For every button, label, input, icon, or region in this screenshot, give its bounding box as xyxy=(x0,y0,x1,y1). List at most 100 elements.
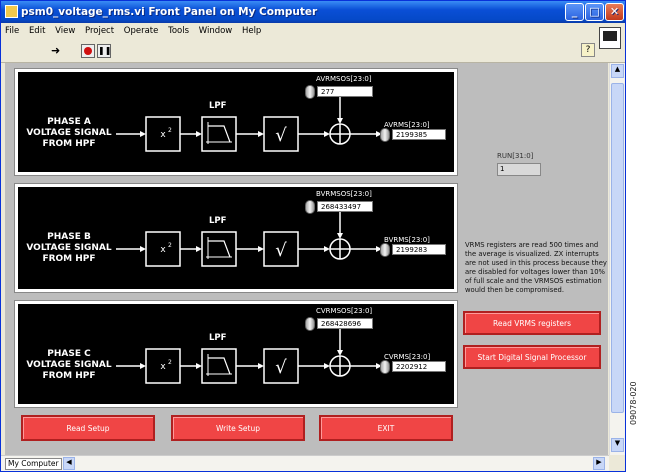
offset-increment-icon[interactable] xyxy=(305,200,315,214)
menu-window[interactable]: Window xyxy=(199,26,233,36)
phase-c-label-line: PHASE C xyxy=(47,349,91,359)
scroll-down-icon[interactable]: ▼ xyxy=(611,438,624,452)
arrowhead-offset xyxy=(337,118,343,124)
abort-button[interactable] xyxy=(81,44,95,58)
menu-edit[interactable]: Edit xyxy=(29,26,45,36)
phase-c-label-line: VOLTAGE SIGNAL xyxy=(26,360,112,370)
arrowhead-sum xyxy=(324,131,330,137)
phase-c-offset-label: CVRMSOS[23:0] xyxy=(316,307,373,315)
x-squared-label: x xyxy=(160,362,166,372)
offset-increment-icon[interactable] xyxy=(305,317,315,331)
arrowhead-sum xyxy=(324,246,330,252)
arrowhead-sum xyxy=(324,363,330,369)
abort-icon xyxy=(84,47,92,55)
pause-button[interactable]: ❚❚ xyxy=(97,44,111,58)
phase-b-label: PHASE B VOLTAGE SIGNAL FROM HPF xyxy=(24,232,114,265)
phase-a-label: PHASE A VOLTAGE SIGNAL FROM HPF xyxy=(24,117,114,150)
arrowhead-sqrt xyxy=(258,363,264,369)
lpf-block xyxy=(201,348,237,384)
x-squared-label: x xyxy=(160,245,166,255)
phase-b-offset-label: BVRMSOS[23:0] xyxy=(316,190,372,198)
arrowhead-in xyxy=(140,363,146,369)
toolbar: ➜ ❚❚ ? xyxy=(1,27,625,63)
sqrt-symbol: √ xyxy=(275,125,287,146)
lpf-label: LPF xyxy=(209,216,227,226)
start-dsp-button[interactable]: Start Digital Signal Processor xyxy=(463,345,601,369)
phase-c-block: x 2 √ PHASE C VOLTAGE SIGNAL FROM HPF LPF CVRMS… xyxy=(14,300,458,408)
phase-b-offset-input[interactable]: 268433497 xyxy=(317,201,373,212)
run-arrow-icon[interactable]: ➜ xyxy=(51,44,60,58)
menu-project[interactable]: Project xyxy=(85,26,114,36)
phase-a-offset-label: AVRMSOS[23:0] xyxy=(316,75,372,83)
phase-b-label-line: FROM HPF xyxy=(42,254,96,264)
scroll-thumb[interactable] xyxy=(611,83,624,413)
phase-a-block: x 2 √ PHASE A VOLTAGE SIGNAL FROM HPF LPF AVRMS… xyxy=(14,68,458,176)
x-squared-exp: 2 xyxy=(168,359,172,366)
horizontal-scrollbar[interactable]: ◀ ▶ xyxy=(1,455,609,471)
arrowhead-sqrt xyxy=(258,246,264,252)
run-label: RUN[31:0] xyxy=(497,152,534,160)
app-window: psm0_voltage_rms.vi Front Panel on My Co… xyxy=(0,0,626,472)
phase-c-offset-input[interactable]: 268428696 xyxy=(317,318,373,329)
scroll-up-icon[interactable]: ▲ xyxy=(611,64,624,78)
sqrt-symbol: √ xyxy=(275,357,287,378)
scroll-right-icon[interactable]: ▶ xyxy=(593,457,605,470)
phase-b-block: x 2 √ PHASE B VOLTAGE SIGNAL FROM HPF LPF BVRMS… xyxy=(14,183,458,293)
lpf-label: LPF xyxy=(209,333,227,343)
phase-a-label-line: VOLTAGE SIGNAL xyxy=(26,128,112,138)
help-icon[interactable]: ? xyxy=(581,43,595,57)
close-button[interactable]: ✕ xyxy=(605,3,624,21)
arrowhead-lpf xyxy=(196,363,202,369)
run-indicator: 1 xyxy=(497,163,541,176)
phase-a-label-line: FROM HPF xyxy=(42,139,96,149)
lpf-block xyxy=(201,231,237,267)
lpf-curve xyxy=(208,357,231,375)
phase-c-label-line: FROM HPF xyxy=(42,371,96,381)
sqrt-symbol: √ xyxy=(275,240,287,261)
minimize-button[interactable]: _ xyxy=(565,3,584,21)
front-panel: x 2 √ PHASE A VOLTAGE SIGNAL FROM HPF LPF AVRMS… xyxy=(5,63,608,455)
lpf-block xyxy=(201,116,237,152)
write-setup-button[interactable]: Write Setup xyxy=(171,415,305,441)
phase-c-label: PHASE C VOLTAGE SIGNAL FROM HPF xyxy=(24,349,114,382)
phase-a-offset-input[interactable]: 277 xyxy=(317,86,373,97)
window-title: psm0_voltage_rms.vi Front Panel on My Co… xyxy=(21,6,318,18)
menu-help[interactable]: Help xyxy=(242,26,261,36)
vrms-note: VRMS registers are read 500 times and th… xyxy=(465,241,607,294)
arrowhead-offset xyxy=(337,233,343,239)
arrowhead-lpf xyxy=(196,246,202,252)
lpf-curve xyxy=(208,240,231,258)
offset-increment-icon[interactable] xyxy=(305,85,315,99)
phase-c-rms-label: CVRMS[23:0] xyxy=(384,353,431,361)
maximize-button[interactable]: □ xyxy=(585,3,604,21)
menu-file[interactable]: File xyxy=(5,26,19,36)
vi-icon xyxy=(599,27,621,49)
status-target: My Computer xyxy=(5,458,62,470)
menu-bar: File Edit View Project Operate Tools Win… xyxy=(1,23,625,39)
phase-c-rms-value: 2202912 xyxy=(392,361,446,372)
read-vrms-button[interactable]: Read VRMS registers xyxy=(463,311,601,335)
title-bar[interactable]: psm0_voltage_rms.vi Front Panel on My Co… xyxy=(1,1,625,23)
arrowhead-in xyxy=(140,246,146,252)
figure-id: 09078-020 xyxy=(629,381,638,425)
arrowhead-sqrt xyxy=(258,131,264,137)
scroll-left-icon[interactable]: ◀ xyxy=(63,457,75,470)
menu-view[interactable]: View xyxy=(55,26,75,36)
lpf-curve xyxy=(208,125,231,143)
menu-operate[interactable]: Operate xyxy=(124,26,159,36)
phase-b-label-line: VOLTAGE SIGNAL xyxy=(26,243,112,253)
rms-increment-icon[interactable] xyxy=(380,360,390,374)
lpf-label: LPF xyxy=(209,101,227,111)
rms-increment-icon[interactable] xyxy=(380,128,390,142)
x-squared-label: x xyxy=(160,130,166,140)
exit-button[interactable]: EXIT xyxy=(319,415,453,441)
menu-tools[interactable]: Tools xyxy=(168,26,189,36)
phase-b-label-line: PHASE B xyxy=(47,232,91,242)
rms-increment-icon[interactable] xyxy=(380,243,390,257)
phase-a-label-line: PHASE A xyxy=(47,117,91,127)
phase-b-rms-value: 2199283 xyxy=(392,244,446,255)
arrowhead-lpf xyxy=(196,131,202,137)
phase-b-rms-label: BVRMS[23:0] xyxy=(384,236,430,244)
vertical-scrollbar[interactable]: ▲ ▼ xyxy=(609,63,625,455)
read-setup-button[interactable]: Read Setup xyxy=(21,415,155,441)
